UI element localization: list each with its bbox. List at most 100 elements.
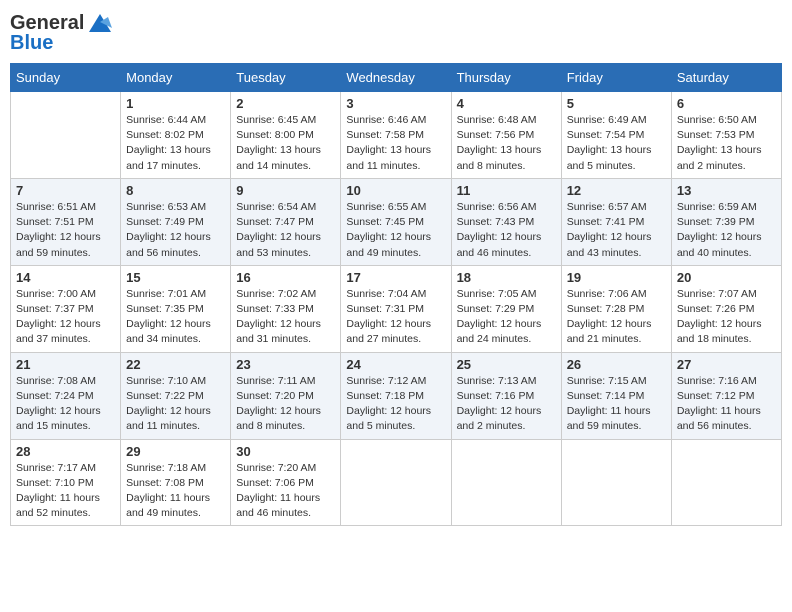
day-info: Sunrise: 7:15 AM Sunset: 7:14 PM Dayligh… xyxy=(567,374,666,435)
day-number: 15 xyxy=(126,270,225,285)
week-row-5: 28 Sunrise: 7:17 AM Sunset: 7:10 PM Dayli… xyxy=(11,439,782,526)
day-info: Sunrise: 7:12 AM Sunset: 7:18 PM Dayligh… xyxy=(346,374,445,435)
day-number: 28 xyxy=(16,444,115,459)
header-cell-friday: Friday xyxy=(561,64,671,92)
calendar-cell: 6 Sunrise: 6:50 AM Sunset: 7:53 PM Daylig… xyxy=(671,92,781,179)
day-info: Sunrise: 7:05 AM Sunset: 7:29 PM Dayligh… xyxy=(457,287,556,348)
header-cell-wednesday: Wednesday xyxy=(341,64,451,92)
calendar-cell: 19 Sunrise: 7:06 AM Sunset: 7:28 PM Dayli… xyxy=(561,265,671,352)
calendar-cell: 2 Sunrise: 6:45 AM Sunset: 8:00 PM Daylig… xyxy=(231,92,341,179)
week-row-3: 14 Sunrise: 7:00 AM Sunset: 7:37 PM Dayli… xyxy=(11,265,782,352)
week-row-4: 21 Sunrise: 7:08 AM Sunset: 7:24 PM Dayli… xyxy=(11,352,782,439)
calendar-cell: 1Sunrise: 6:44 AM Sunset: 8:02 PM Daylig… xyxy=(121,92,231,179)
calendar-cell: 27Sunrise: 7:16 AM Sunset: 7:12 PM Dayli… xyxy=(671,352,781,439)
header-row: SundayMondayTuesdayWednesdayThursdayFrid… xyxy=(11,64,782,92)
day-number: 14 xyxy=(16,270,115,285)
day-number: 22 xyxy=(126,357,225,372)
day-number: 8 xyxy=(126,183,225,198)
day-info: Sunrise: 6:56 AM Sunset: 7:43 PM Dayligh… xyxy=(457,200,556,261)
header-cell-saturday: Saturday xyxy=(671,64,781,92)
day-info: Sunrise: 6:53 AM Sunset: 7:49 PM Dayligh… xyxy=(126,200,225,261)
day-number: 25 xyxy=(457,357,556,372)
day-info: Sunrise: 7:10 AM Sunset: 7:22 PM Dayligh… xyxy=(126,374,225,435)
calendar-body: 1Sunrise: 6:44 AM Sunset: 8:02 PM Daylig… xyxy=(11,92,782,526)
day-info: Sunrise: 6:54 AM Sunset: 7:47 PM Dayligh… xyxy=(236,200,335,261)
calendar-cell: 25 Sunrise: 7:13 AM Sunset: 7:16 PM Dayli… xyxy=(451,352,561,439)
week-row-2: 7Sunrise: 6:51 AM Sunset: 7:51 PM Daylig… xyxy=(11,178,782,265)
calendar-cell: 12 Sunrise: 6:57 AM Sunset: 7:41 PM Dayli… xyxy=(561,178,671,265)
logo-triangle-icon xyxy=(87,10,113,36)
day-number: 9 xyxy=(236,183,335,198)
calendar-cell: 29 Sunrise: 7:18 AM Sunset: 7:08 PM Dayli… xyxy=(121,439,231,526)
day-number: 20 xyxy=(677,270,776,285)
day-number: 24 xyxy=(346,357,445,372)
calendar-cell: 26 Sunrise: 7:15 AM Sunset: 7:14 PM Dayli… xyxy=(561,352,671,439)
day-info: Sunrise: 6:55 AM Sunset: 7:45 PM Dayligh… xyxy=(346,200,445,261)
day-number: 19 xyxy=(567,270,666,285)
day-number: 16 xyxy=(236,270,335,285)
day-number: 26 xyxy=(567,357,666,372)
calendar-cell: 20 Sunrise: 7:07 AM Sunset: 7:26 PM Dayli… xyxy=(671,265,781,352)
day-number: 2 xyxy=(236,96,335,111)
calendar-table: SundayMondayTuesdayWednesdayThursdayFrid… xyxy=(10,63,782,526)
day-number: 10 xyxy=(346,183,445,198)
day-info: Sunrise: 7:04 AM Sunset: 7:31 PM Dayligh… xyxy=(346,287,445,348)
calendar-cell: 24 Sunrise: 7:12 AM Sunset: 7:18 PM Dayli… xyxy=(341,352,451,439)
calendar-cell: 21 Sunrise: 7:08 AM Sunset: 7:24 PM Dayli… xyxy=(11,352,121,439)
day-info: Sunrise: 6:59 AM Sunset: 7:39 PM Dayligh… xyxy=(677,200,776,261)
day-number: 12 xyxy=(567,183,666,198)
calendar-cell xyxy=(451,439,561,526)
day-info: Sunrise: 7:18 AM Sunset: 7:08 PM Dayligh… xyxy=(126,461,225,522)
calendar-cell: 10 Sunrise: 6:55 AM Sunset: 7:45 PM Dayli… xyxy=(341,178,451,265)
day-info: Sunrise: 6:48 AM Sunset: 7:56 PM Dayligh… xyxy=(457,113,556,174)
header-cell-thursday: Thursday xyxy=(451,64,561,92)
calendar-cell: 5 Sunrise: 6:49 AM Sunset: 7:54 PM Daylig… xyxy=(561,92,671,179)
calendar-cell: 7Sunrise: 6:51 AM Sunset: 7:51 PM Daylig… xyxy=(11,178,121,265)
calendar-cell: 11 Sunrise: 6:56 AM Sunset: 7:43 PM Dayli… xyxy=(451,178,561,265)
day-number: 5 xyxy=(567,96,666,111)
calendar-cell: 4Sunrise: 6:48 AM Sunset: 7:56 PM Daylig… xyxy=(451,92,561,179)
day-info: Sunrise: 7:16 AM Sunset: 7:12 PM Dayligh… xyxy=(677,374,776,435)
day-number: 13 xyxy=(677,183,776,198)
calendar-cell: 28 Sunrise: 7:17 AM Sunset: 7:10 PM Dayli… xyxy=(11,439,121,526)
calendar-cell: 22 Sunrise: 7:10 AM Sunset: 7:22 PM Dayli… xyxy=(121,352,231,439)
day-info: Sunrise: 6:45 AM Sunset: 8:00 PM Dayligh… xyxy=(236,113,335,174)
calendar-cell xyxy=(341,439,451,526)
day-number: 11 xyxy=(457,183,556,198)
calendar-cell xyxy=(11,92,121,179)
day-info: Sunrise: 7:17 AM Sunset: 7:10 PM Dayligh… xyxy=(16,461,115,522)
day-info: Sunrise: 6:57 AM Sunset: 7:41 PM Dayligh… xyxy=(567,200,666,261)
calendar-cell: 17 Sunrise: 7:04 AM Sunset: 7:31 PM Dayli… xyxy=(341,265,451,352)
page-header: General Blue xyxy=(10,10,782,55)
calendar-cell: 9 Sunrise: 6:54 AM Sunset: 7:47 PM Daylig… xyxy=(231,178,341,265)
day-number: 6 xyxy=(677,96,776,111)
day-number: 7 xyxy=(16,183,115,198)
week-row-1: 1Sunrise: 6:44 AM Sunset: 8:02 PM Daylig… xyxy=(11,92,782,179)
calendar-cell xyxy=(671,439,781,526)
day-number: 18 xyxy=(457,270,556,285)
day-number: 21 xyxy=(16,357,115,372)
calendar-header: SundayMondayTuesdayWednesdayThursdayFrid… xyxy=(11,64,782,92)
day-info: Sunrise: 7:07 AM Sunset: 7:26 PM Dayligh… xyxy=(677,287,776,348)
calendar-cell: 30Sunrise: 7:20 AM Sunset: 7:06 PM Dayli… xyxy=(231,439,341,526)
calendar-cell: 14 Sunrise: 7:00 AM Sunset: 7:37 PM Dayli… xyxy=(11,265,121,352)
day-info: Sunrise: 7:13 AM Sunset: 7:16 PM Dayligh… xyxy=(457,374,556,435)
day-info: Sunrise: 7:08 AM Sunset: 7:24 PM Dayligh… xyxy=(16,374,115,435)
day-number: 1 xyxy=(126,96,225,111)
day-info: Sunrise: 7:20 AM Sunset: 7:06 PM Dayligh… xyxy=(236,461,335,522)
calendar-cell: 15 Sunrise: 7:01 AM Sunset: 7:35 PM Dayli… xyxy=(121,265,231,352)
calendar-cell: 18 Sunrise: 7:05 AM Sunset: 7:29 PM Dayli… xyxy=(451,265,561,352)
day-info: Sunrise: 7:02 AM Sunset: 7:33 PM Dayligh… xyxy=(236,287,335,348)
day-info: Sunrise: 7:01 AM Sunset: 7:35 PM Dayligh… xyxy=(126,287,225,348)
day-number: 29 xyxy=(126,444,225,459)
day-number: 17 xyxy=(346,270,445,285)
calendar-cell: 23Sunrise: 7:11 AM Sunset: 7:20 PM Dayli… xyxy=(231,352,341,439)
day-info: Sunrise: 6:49 AM Sunset: 7:54 PM Dayligh… xyxy=(567,113,666,174)
day-number: 3 xyxy=(346,96,445,111)
day-info: Sunrise: 7:00 AM Sunset: 7:37 PM Dayligh… xyxy=(16,287,115,348)
header-cell-monday: Monday xyxy=(121,64,231,92)
logo: General Blue xyxy=(10,10,113,55)
day-info: Sunrise: 7:06 AM Sunset: 7:28 PM Dayligh… xyxy=(567,287,666,348)
day-info: Sunrise: 6:50 AM Sunset: 7:53 PM Dayligh… xyxy=(677,113,776,174)
calendar-cell: 16 Sunrise: 7:02 AM Sunset: 7:33 PM Dayli… xyxy=(231,265,341,352)
